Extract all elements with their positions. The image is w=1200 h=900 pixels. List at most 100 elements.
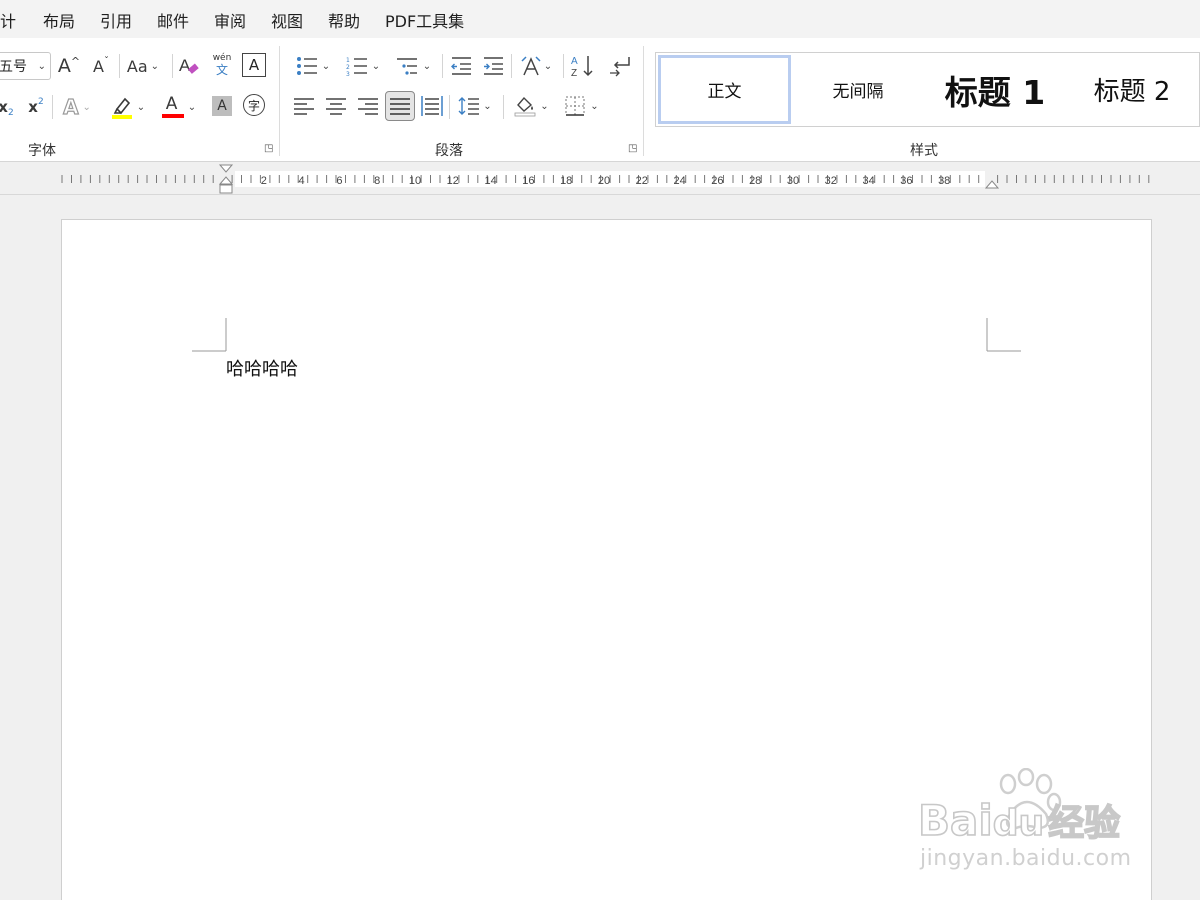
borders-icon [565,96,585,116]
menu-view[interactable]: 视图 [271,8,303,32]
hanging-indent-marker[interactable] [218,176,234,194]
ruler-label: 20 [598,175,610,187]
menu-mailings[interactable]: 邮件 [157,8,189,32]
paragraph-mark-icon [610,57,630,77]
grow-font-icon: A [57,55,71,77]
ruler-label: 10 [409,175,421,187]
clear-formatting-button[interactable]: A [176,52,202,80]
style-heading-2-label: 标题 2 [1093,77,1171,107]
style-heading-1[interactable]: 标题 1 [925,55,1065,124]
align-right-icon [358,98,378,115]
svg-text:A: A [179,56,191,75]
character-shading-button[interactable]: A [212,96,232,116]
right-indent-marker[interactable] [984,180,1000,189]
font-size-value: 五号 [0,59,27,75]
document-body-text[interactable]: 哈哈哈哈 [226,355,298,381]
watermark-brand: Baidu 经验 [917,794,1121,846]
style-heading-2[interactable]: 标题 2 [1067,55,1197,124]
increase-indent-icon [484,57,503,75]
justify-button[interactable] [385,91,415,121]
ruler-label: 16 [522,175,534,187]
paint-bucket-icon [514,96,536,117]
ruler-label: 28 [749,175,761,187]
align-center-button[interactable] [323,93,349,119]
chinese-layout-button[interactable]: ⌄ [515,53,557,79]
horizontal-ruler[interactable]: 2 4 6 8 10 12 14 16 18 20 22 24 26 28 30 32 34 36 38 [0,163,1200,195]
distributed-icon [421,96,443,116]
menu-review[interactable]: 审阅 [214,8,246,32]
clear-formatting-icon: A [179,56,199,75]
font-color-button[interactable]: A ⌄ [156,92,202,122]
phonetic-guide-button[interactable]: wén 文 [208,50,236,80]
font-dialog-launcher-icon[interactable]: ◳ [264,144,274,154]
chevron-down-icon: ⌄ [321,60,331,72]
watermark-brand-cn: 经验 [1047,802,1121,845]
enclose-characters-icon: 字 [247,98,260,113]
menu-design[interactable]: 设计 [0,8,16,32]
crop-mark-top-left [192,318,227,352]
show-marks-button[interactable] [606,52,634,80]
chinese-layout-icon [521,56,541,76]
align-center-icon [326,98,346,115]
decrease-indent-button[interactable] [448,53,474,79]
font-size-select[interactable]: 五号 ⌄ [0,52,51,80]
paragraph-dialog-launcher-icon[interactable]: ◳ [628,144,638,154]
highlight-color-button[interactable]: ⌄ [104,92,150,122]
chevron-down-icon: ⌄ [37,61,46,72]
ruler-label: 14 [484,175,496,187]
borders-button[interactable]: ⌄ [560,93,604,119]
shading-button[interactable]: ⌄ [508,93,554,119]
shrink-font-icon: A [93,56,104,76]
font-color-icon: A [165,94,178,114]
multilevel-list-button[interactable]: ⌄ [392,53,436,79]
ruler-label: 30 [787,175,799,187]
character-border-icon: A [248,56,260,74]
style-normal[interactable]: 正文 [658,55,791,124]
watermark-brand-bai: Bai [917,795,993,846]
font-group-label: 字体 [28,143,56,159]
chevron-down-icon: ⌄ [543,60,553,72]
justify-icon [390,98,410,115]
grow-font-button[interactable]: A ^ [56,53,82,79]
enclose-characters-button[interactable]: 字 [243,94,265,116]
ribbon: 五号 ⌄ A ^ Aˇ Aa ⌄ A wén 文 A x2 x 2 A ⌄ ⌄ … [0,38,1200,162]
svg-text:A: A [571,56,578,67]
menu-layout[interactable]: 布局 [43,8,75,32]
subscript-button[interactable]: x2 [0,94,16,120]
baidu-jingyan-watermark: Baidu 经验 jingyan.baidu.com [917,768,1148,878]
align-right-button[interactable] [355,93,381,119]
bullet-list-icon [296,57,317,75]
style-normal-label: 正文 [707,82,742,102]
style-no-spacing[interactable]: 无间隔 [793,55,923,124]
first-line-indent-marker[interactable] [218,164,234,173]
shrink-font-button[interactable]: Aˇ [88,53,114,79]
distributed-button[interactable] [419,93,445,119]
ruler-label: 18 [560,175,572,187]
menu-help[interactable]: 帮助 [328,8,360,32]
subscript-mark: 2 [7,108,14,118]
chevron-down-icon: ⌄ [590,100,599,112]
numbering-button[interactable]: 1 2 3 ⌄ [341,53,385,79]
increase-indent-button[interactable] [480,53,506,79]
character-border-button[interactable]: A [242,53,266,77]
watermark-url: jingyan.baidu.com [920,846,1132,871]
crop-mark-top-right [986,318,1021,352]
text-effects-icon: A [62,94,79,119]
ruler-label: 4 [299,175,305,187]
menu-pdf-tools[interactable]: PDF工具集 [385,8,464,32]
change-case-button[interactable]: Aa ⌄ [123,53,163,79]
line-spacing-button[interactable]: ⌄ [453,93,497,119]
ruler-label: 26 [711,175,723,187]
align-left-button[interactable] [291,93,317,119]
svg-text:1: 1 [346,57,350,64]
font-color-swatch [161,114,184,118]
menu-bar: 设计 布局 引用 邮件 审阅 视图 帮助 PDF工具集 [0,0,1200,38]
superscript-button[interactable]: x2 [24,94,48,120]
menu-references[interactable]: 引用 [100,8,132,32]
chevron-down-icon: ⌄ [136,101,146,113]
svg-text:2: 2 [346,64,350,71]
bullets-button[interactable]: ⌄ [291,53,335,79]
text-effects-button[interactable]: A ⌄ [56,93,98,121]
sort-button[interactable]: A Z [568,52,596,80]
svg-text:Z: Z [571,68,577,79]
